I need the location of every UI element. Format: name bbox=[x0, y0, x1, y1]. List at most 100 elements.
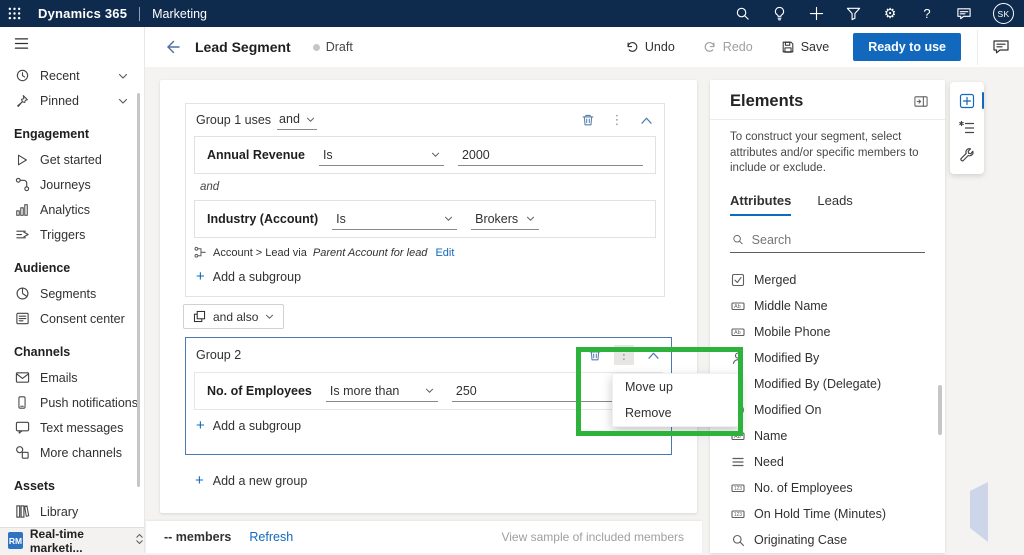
status-label: Draft bbox=[326, 40, 353, 54]
collapse-chevron-up-icon[interactable] bbox=[636, 110, 656, 130]
chat-bubble-icon bbox=[14, 420, 30, 436]
attribute-item[interactable]: Modified By (Delegate) bbox=[710, 371, 945, 397]
sidebar-item-pinned[interactable]: Pinned bbox=[0, 88, 144, 113]
app-launcher-icon[interactable] bbox=[0, 0, 28, 27]
condition-operator-dropdown[interactable]: Is more than bbox=[326, 381, 438, 402]
attribute-item[interactable]: Merged bbox=[710, 267, 945, 293]
tab-leads[interactable]: Leads bbox=[817, 193, 852, 216]
edit-relationship-link[interactable]: Edit bbox=[435, 247, 454, 259]
attribute-item[interactable]: Ab Mobile Phone bbox=[710, 319, 945, 345]
attribute-item[interactable]: 123 On Hold Time (Minutes) bbox=[710, 501, 945, 527]
redo-button[interactable]: Redo bbox=[693, 35, 763, 59]
search-icon[interactable] bbox=[734, 6, 750, 22]
sidebar-item-get-started[interactable]: Get started bbox=[0, 147, 144, 172]
sidebar-section-audience: Audience bbox=[0, 247, 144, 281]
attribute-item[interactable]: 123 No. of Employees bbox=[710, 475, 945, 501]
bar-chart-icon bbox=[14, 202, 30, 218]
hamburger-menu-icon[interactable] bbox=[0, 27, 144, 55]
svg-text:Ab: Ab bbox=[734, 330, 741, 336]
sidebar-item-push-notifications[interactable]: Push notifications bbox=[0, 390, 144, 415]
add-subgroup-button[interactable]: + Add a subgroup bbox=[196, 269, 654, 284]
feedback-chat-icon[interactable] bbox=[977, 30, 1010, 65]
collapse-panel-icon[interactable] bbox=[913, 94, 929, 109]
lightbulb-icon[interactable] bbox=[771, 6, 787, 22]
text-field-icon: Ab bbox=[731, 429, 745, 443]
watermark-ribbon bbox=[966, 481, 992, 543]
sidebar-item-emails[interactable]: Emails bbox=[0, 365, 144, 390]
undo-button[interactable]: Undo bbox=[615, 35, 685, 59]
group-connector-dropdown[interactable]: and also bbox=[183, 304, 284, 329]
consent-document-icon bbox=[14, 311, 30, 327]
required-list-tool-icon[interactable] bbox=[956, 117, 978, 139]
save-button[interactable]: Save bbox=[771, 35, 840, 59]
sidebar-item-consent-center[interactable]: Consent center bbox=[0, 306, 144, 331]
sidebar-section-channels: Channels bbox=[0, 331, 144, 365]
collapse-chevron-up-icon[interactable] bbox=[643, 345, 663, 365]
refresh-link[interactable]: Refresh bbox=[249, 530, 293, 544]
sidebar-item-label: Emails bbox=[40, 371, 78, 385]
command-bar: Lead Segment Draft Undo Redo Save Ready … bbox=[145, 27, 1024, 67]
relationship-path: Account > Lead via Parent Account for le… bbox=[194, 246, 656, 259]
topbar-divider bbox=[139, 7, 140, 21]
condition-value-input[interactable] bbox=[458, 145, 643, 166]
add-new-group-button[interactable]: + Add a new group bbox=[195, 473, 307, 488]
attribute-item[interactable]: Ab Middle Name bbox=[710, 293, 945, 319]
add-elements-tool-icon[interactable] bbox=[956, 90, 978, 112]
brand-title[interactable]: Dynamics 365 bbox=[38, 6, 127, 21]
condition-operator-dropdown[interactable]: Is bbox=[332, 209, 457, 230]
condition-operator-dropdown[interactable]: Is bbox=[319, 145, 444, 166]
ready-to-use-button[interactable]: Ready to use bbox=[853, 33, 961, 61]
sidebar-item-segments[interactable]: Segments bbox=[0, 281, 144, 306]
group-squares-icon bbox=[193, 310, 206, 323]
sidebar-item-journeys[interactable]: Journeys bbox=[0, 172, 144, 197]
search-box[interactable] bbox=[730, 229, 925, 253]
delete-group-icon[interactable] bbox=[585, 345, 605, 365]
attribute-list: Merged Ab Middle Name Ab Mobile Phone Mo… bbox=[710, 267, 945, 553]
area-switcher[interactable]: RM Real-time marketi... bbox=[0, 527, 144, 553]
tools-wrench-icon[interactable] bbox=[956, 144, 978, 166]
group-1-operator-dropdown[interactable]: and bbox=[277, 110, 317, 130]
add-subgroup-button[interactable]: + Add a subgroup bbox=[196, 418, 661, 433]
feedback-icon[interactable] bbox=[956, 6, 972, 22]
sidebar-item-more-channels[interactable]: More channels bbox=[0, 440, 144, 465]
panel-scrollbar[interactable] bbox=[938, 385, 942, 435]
plus-icon: + bbox=[195, 473, 204, 488]
chevron-down-icon bbox=[425, 387, 434, 394]
sidebar-item-text-messages[interactable]: Text messages bbox=[0, 415, 144, 440]
view-sample-link[interactable]: View sample of included members bbox=[501, 530, 684, 544]
user-avatar[interactable]: SK bbox=[993, 3, 1014, 24]
sidebar-scrollbar[interactable] bbox=[137, 93, 140, 487]
filter-icon[interactable] bbox=[845, 6, 861, 22]
more-options-kebab-icon[interactable]: ⋮ bbox=[614, 345, 634, 365]
condition-value-dropdown[interactable]: Brokers bbox=[471, 209, 539, 230]
sidebar-section-assets: Assets bbox=[0, 465, 144, 499]
app-name[interactable]: Marketing bbox=[152, 7, 207, 21]
attribute-item[interactable]: Modified By bbox=[710, 345, 945, 371]
menu-item-remove[interactable]: Remove bbox=[613, 400, 739, 426]
menu-item-move-up[interactable]: Move up bbox=[613, 374, 739, 400]
settings-gear-icon[interactable]: ⚙ bbox=[882, 6, 898, 22]
segment-builder-card: Group 1 uses and ⋮ Annual Revenue Is bbox=[160, 80, 697, 513]
search-icon bbox=[732, 233, 744, 246]
sidebar-item-library[interactable]: Library bbox=[0, 499, 144, 524]
relationship-via: Parent Account for lead bbox=[313, 247, 428, 259]
chevron-down-icon[interactable] bbox=[118, 94, 128, 108]
attribute-item[interactable]: Ab Name bbox=[710, 423, 945, 449]
sidebar-item-recent[interactable]: Recent bbox=[0, 63, 144, 88]
attribute-item[interactable]: Originating Case bbox=[710, 527, 945, 553]
more-options-kebab-icon[interactable]: ⋮ bbox=[607, 110, 627, 130]
sidebar-item-triggers[interactable]: Triggers bbox=[0, 222, 144, 247]
sidebar-item-analytics[interactable]: Analytics bbox=[0, 197, 144, 222]
attribute-item[interactable]: Need bbox=[710, 449, 945, 475]
back-arrow-icon[interactable] bbox=[165, 39, 181, 55]
journeys-icon bbox=[14, 177, 30, 193]
delete-group-icon[interactable] bbox=[578, 110, 598, 130]
attribute-item[interactable]: Modified On bbox=[710, 397, 945, 423]
condition-row: Annual Revenue Is bbox=[194, 136, 656, 174]
help-icon[interactable]: ? bbox=[919, 6, 935, 22]
tab-attributes[interactable]: Attributes bbox=[730, 193, 791, 216]
add-icon[interactable] bbox=[808, 6, 824, 22]
chevron-down-icon bbox=[444, 215, 453, 222]
chevron-down-icon[interactable] bbox=[118, 69, 128, 83]
search-input[interactable] bbox=[752, 233, 923, 247]
